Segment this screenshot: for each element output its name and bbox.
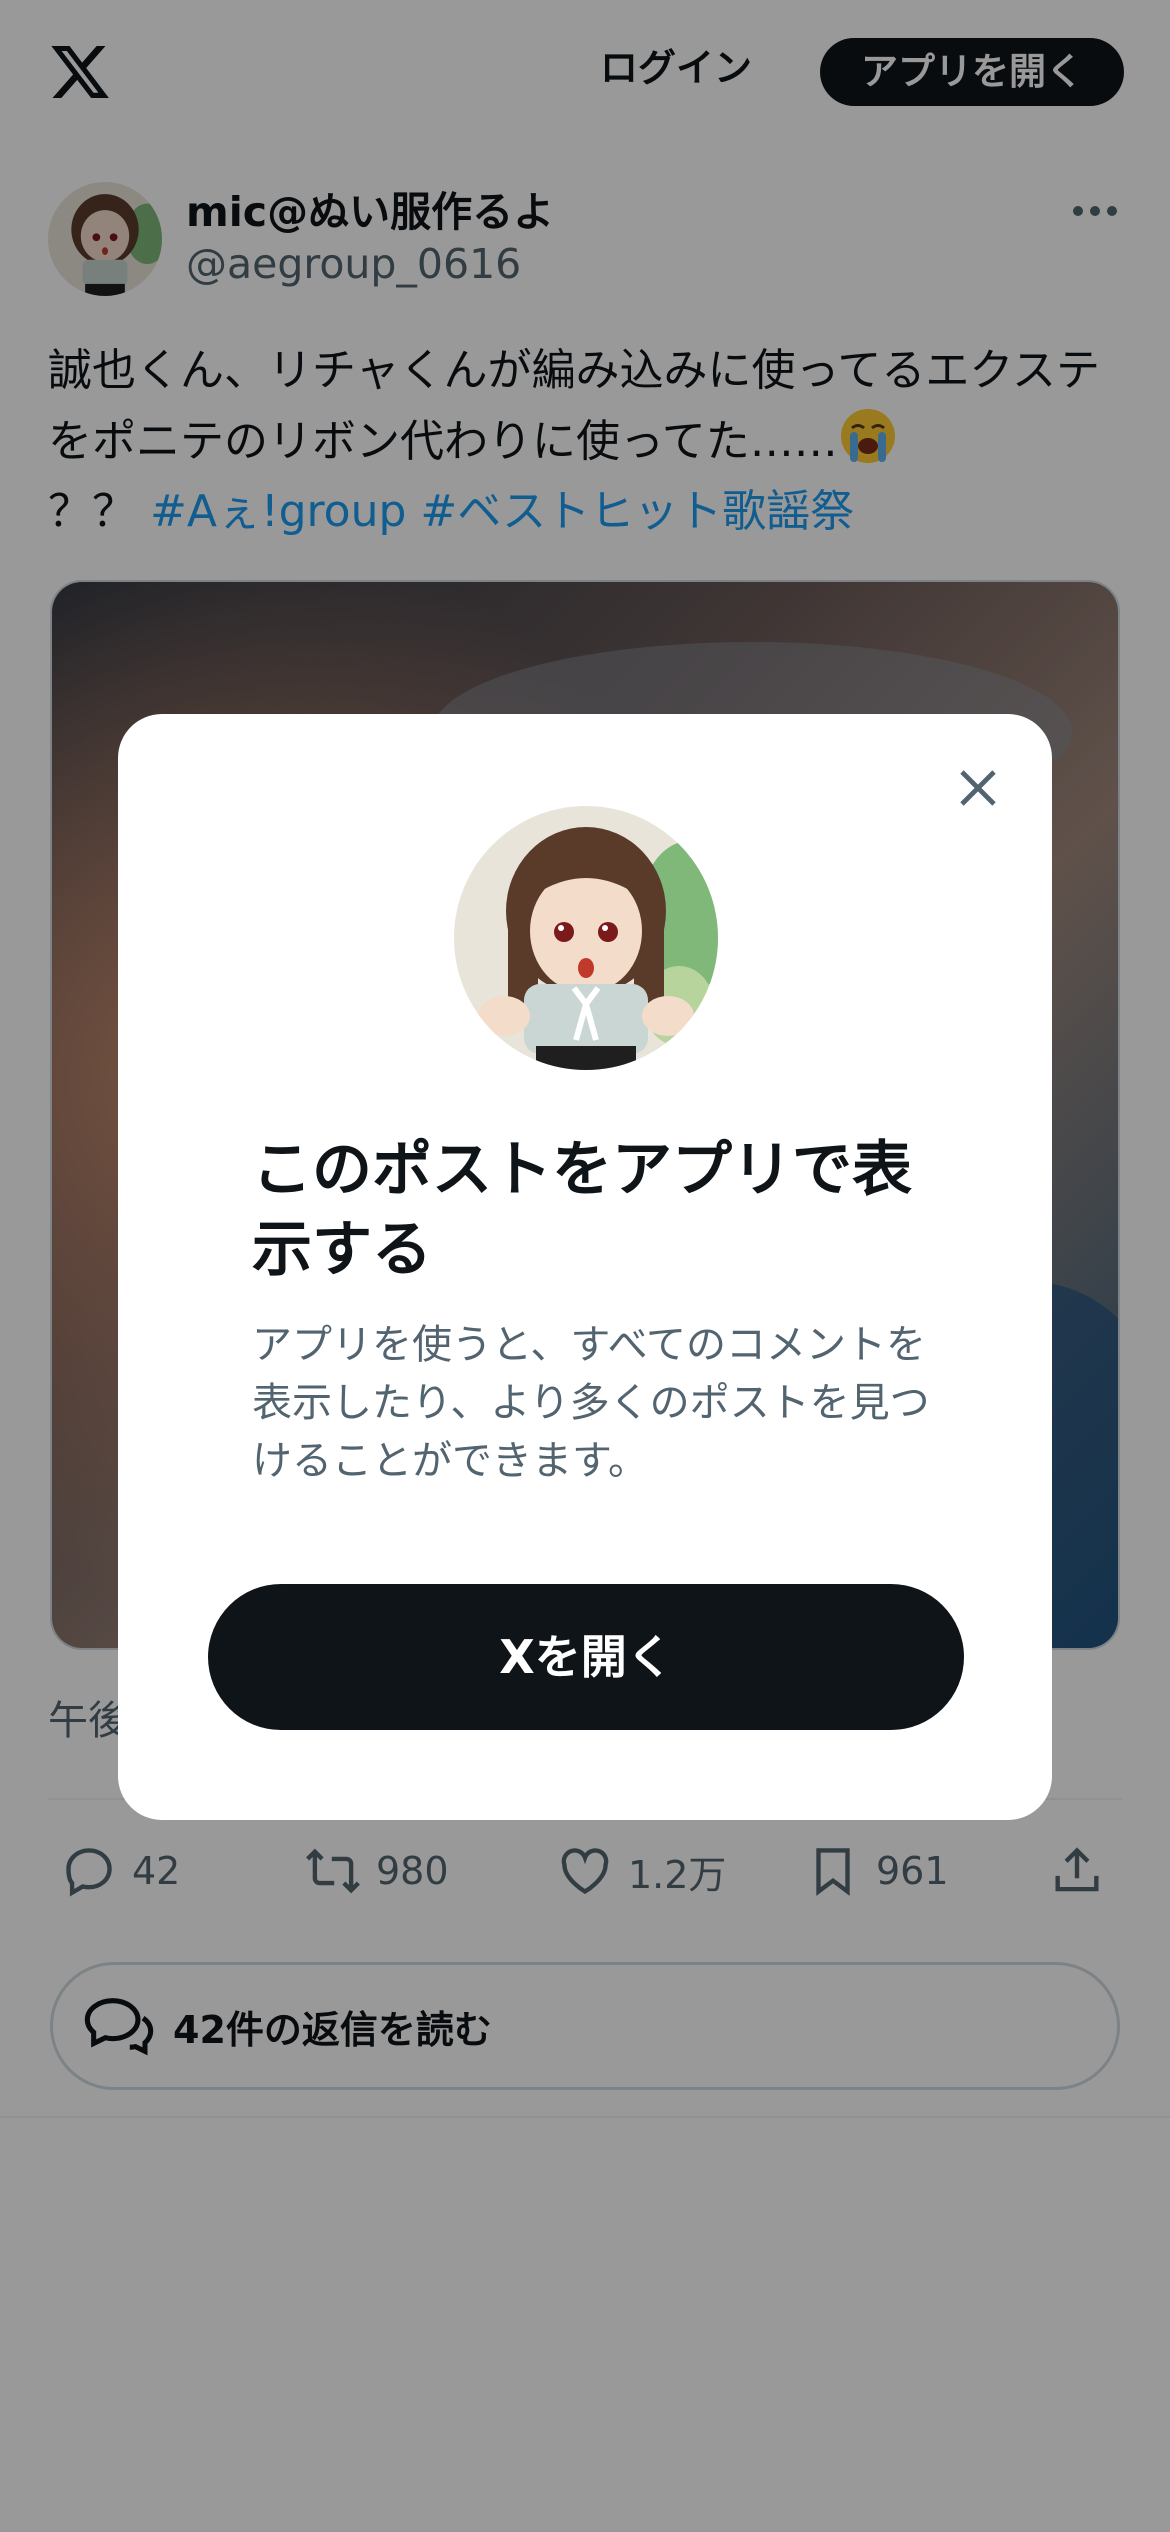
close-icon[interactable] <box>954 764 1002 812</box>
dialog-title: このポストをアプリで表示する <box>252 1135 912 1285</box>
author-avatar <box>454 806 718 1070</box>
open-in-app-dialog: このポストをアプリで表示する アプリを使うと、すべてのコメントを表示したり、より… <box>118 714 1052 1820</box>
post-page: ログイン アプリを開く mic@ぬい服作るよ @aegroup_0616 誠也く… <box>0 0 1170 2532</box>
open-x-button[interactable]: Xを開く <box>208 1584 964 1730</box>
dialog-subtitle: アプリを使うと、すべてのコメントを表示したり、より多くのポストを見つけることがで… <box>252 1322 930 1484</box>
